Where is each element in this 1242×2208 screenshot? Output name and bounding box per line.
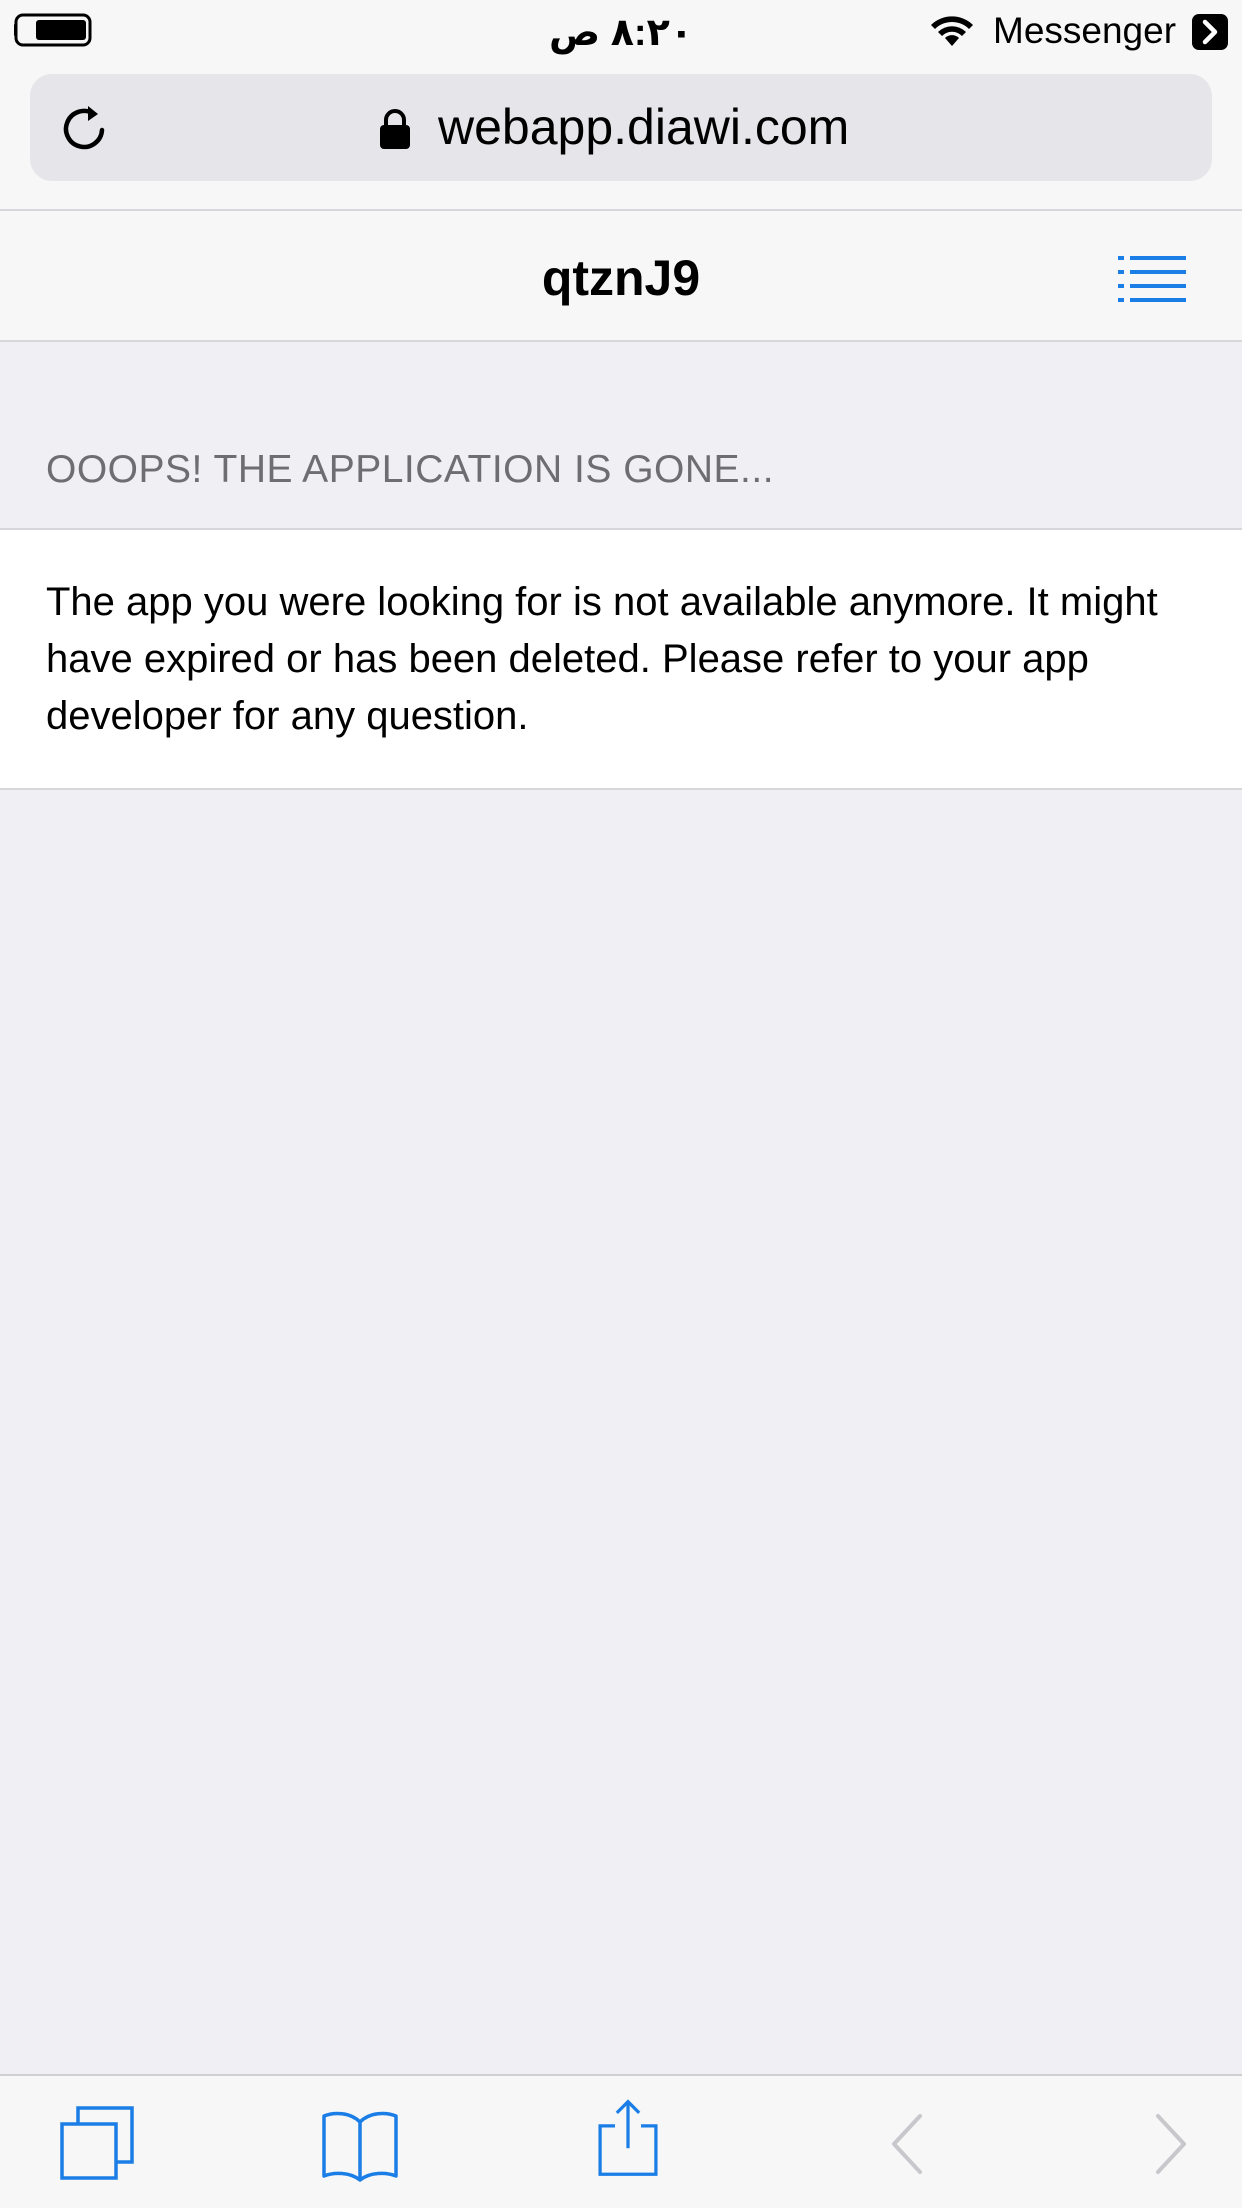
page-title: qtznJ9	[541, 250, 701, 306]
address-bar[interactable]: webapp.diawi.com	[30, 74, 1212, 181]
chevron-left-icon[interactable]	[868, 2104, 948, 2184]
reload-icon[interactable]	[58, 100, 114, 156]
status-bar: ٨:٢٠ ص Messenger	[0, 0, 1242, 62]
tabs-icon[interactable]	[58, 2104, 138, 2184]
chevron-right-icon[interactable]	[1130, 2104, 1210, 2184]
section-header: OOOPS! THE APPLICATION IS GONE...	[46, 448, 775, 491]
url-text[interactable]: webapp.diawi.com	[438, 98, 849, 156]
message-card: The app you were looking for is not avai…	[0, 528, 1242, 790]
back-to-app-label[interactable]: Messenger	[993, 10, 1176, 52]
page-navbar: qtznJ9	[0, 211, 1242, 342]
back-to-app-chevron-icon[interactable]	[1192, 14, 1228, 50]
browser-toolbar	[0, 2074, 1242, 2208]
browser-address-area: webapp.diawi.com	[0, 62, 1242, 211]
share-icon[interactable]	[588, 2098, 668, 2178]
error-message: The app you were looking for is not avai…	[46, 580, 1158, 738]
list-menu-icon[interactable]	[1118, 253, 1186, 303]
wifi-icon	[931, 16, 973, 46]
page: ٨:٢٠ ص Messenger webapp.diawi.com qtznJ9…	[0, 0, 1242, 2208]
book-icon[interactable]	[320, 2104, 400, 2184]
lock-icon	[380, 109, 410, 149]
